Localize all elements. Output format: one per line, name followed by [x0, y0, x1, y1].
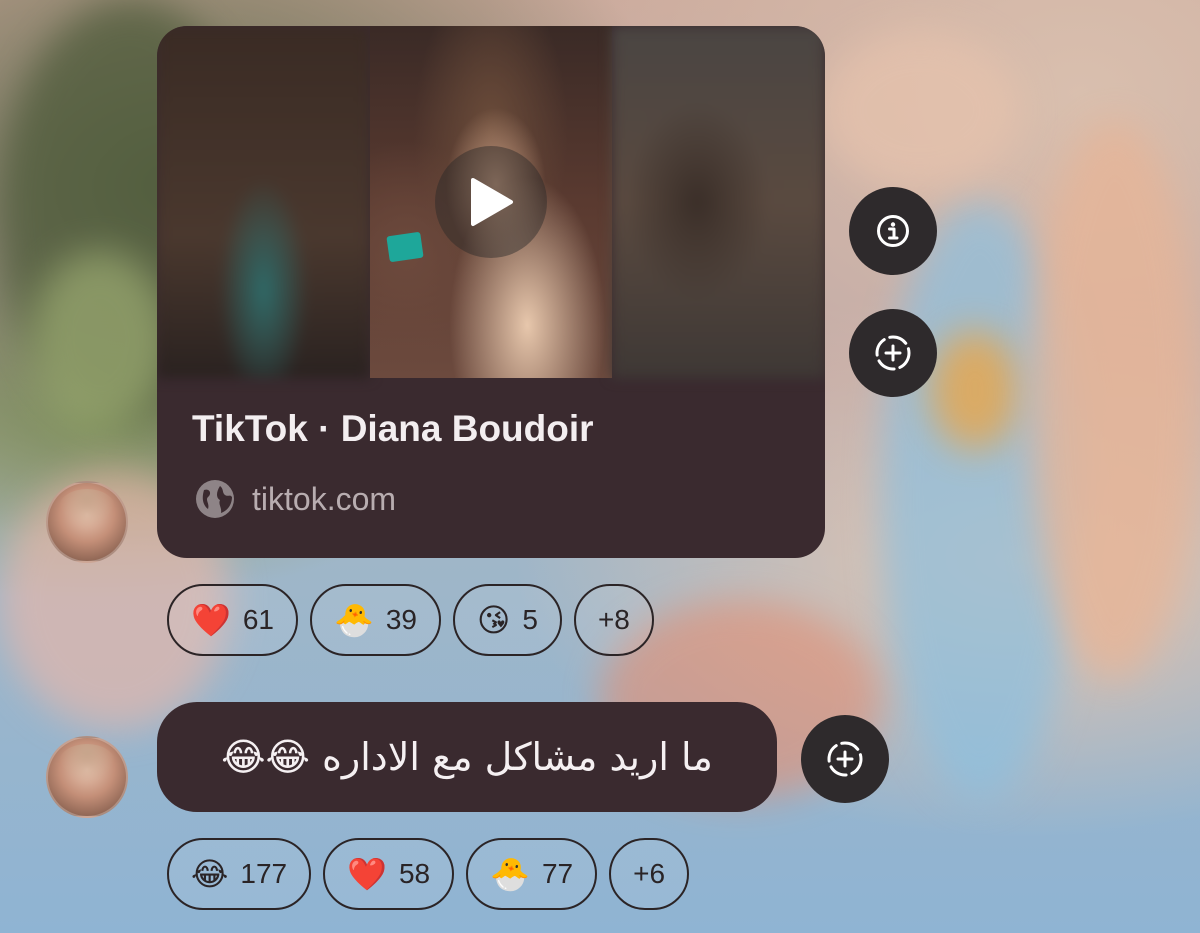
background-flower: [930, 330, 1020, 450]
reaction-count: 177: [240, 858, 288, 889]
heart-emoji: ❤️: [347, 856, 387, 892]
reaction-count: 5: [522, 604, 538, 635]
add-reaction-button[interactable]: [801, 715, 889, 803]
background-shoulder: [820, 30, 1020, 190]
reaction-count: 39: [385, 604, 417, 635]
background-leaves: [30, 250, 170, 430]
thumbnail-teal-object: [386, 231, 424, 263]
link-title: TikTok · Diana Boudoir: [192, 408, 594, 449]
reaction-bar: 😂 177 ❤️ 58 🐣 77 +6: [167, 838, 690, 910]
reaction-pill[interactable]: 😘 5: [453, 584, 562, 656]
globe-icon: [196, 480, 234, 518]
link-domain: tiktok.com: [252, 480, 397, 517]
link-domain-row: tiktok.com: [194, 478, 396, 520]
reaction-pill[interactable]: ❤️ 58: [323, 838, 455, 910]
link-preview-card[interactable]: TikTok · Diana Boudoir tiktok.com: [157, 26, 825, 558]
avatar[interactable]: [46, 736, 128, 818]
message-text: ما اريد مشاكل مع الاداره 😂😂: [221, 735, 713, 779]
thumbnail-blur-right: [612, 26, 825, 378]
add-reaction-button[interactable]: [849, 309, 937, 397]
kiss-emoji: 😘: [477, 602, 511, 638]
reaction-count: 58: [398, 858, 431, 889]
hatching-chick-emoji: 🐣: [490, 856, 530, 892]
heart-emoji: ❤️: [191, 602, 231, 638]
info-icon: [877, 215, 909, 247]
reaction-pill[interactable]: 😂 177: [167, 838, 312, 910]
hatching-chick-emoji: 🐣: [334, 602, 374, 638]
reaction-pill[interactable]: 🐣 77: [466, 838, 598, 910]
play-icon: [471, 178, 513, 226]
avatar[interactable]: [46, 481, 128, 563]
background-arm: [1030, 120, 1200, 680]
add-reaction-icon: [827, 741, 863, 777]
laughing-tears-emoji: 😂: [191, 856, 229, 892]
reaction-pill[interactable]: 🐣 39: [310, 584, 441, 656]
video-thumbnail[interactable]: [157, 26, 825, 378]
more-reactions-pill[interactable]: +8: [573, 584, 654, 656]
play-button[interactable]: [435, 146, 547, 258]
more-reactions-count: +8: [597, 604, 630, 635]
add-reaction-icon: [875, 335, 911, 371]
message-bubble[interactable]: ما اريد مشاكل مع الاداره 😂😂: [157, 702, 777, 812]
reaction-count: 77: [541, 858, 574, 889]
reaction-count: 61: [242, 604, 274, 635]
more-reactions-pill[interactable]: +6: [609, 838, 690, 910]
info-button[interactable]: [849, 187, 937, 275]
reaction-pill[interactable]: ❤️ 61: [167, 584, 298, 656]
thumbnail-blur-left: [157, 26, 370, 378]
reaction-bar: ❤️ 61 🐣 39 😘 5 +8: [167, 584, 654, 656]
more-reactions-count: +6: [633, 858, 666, 889]
